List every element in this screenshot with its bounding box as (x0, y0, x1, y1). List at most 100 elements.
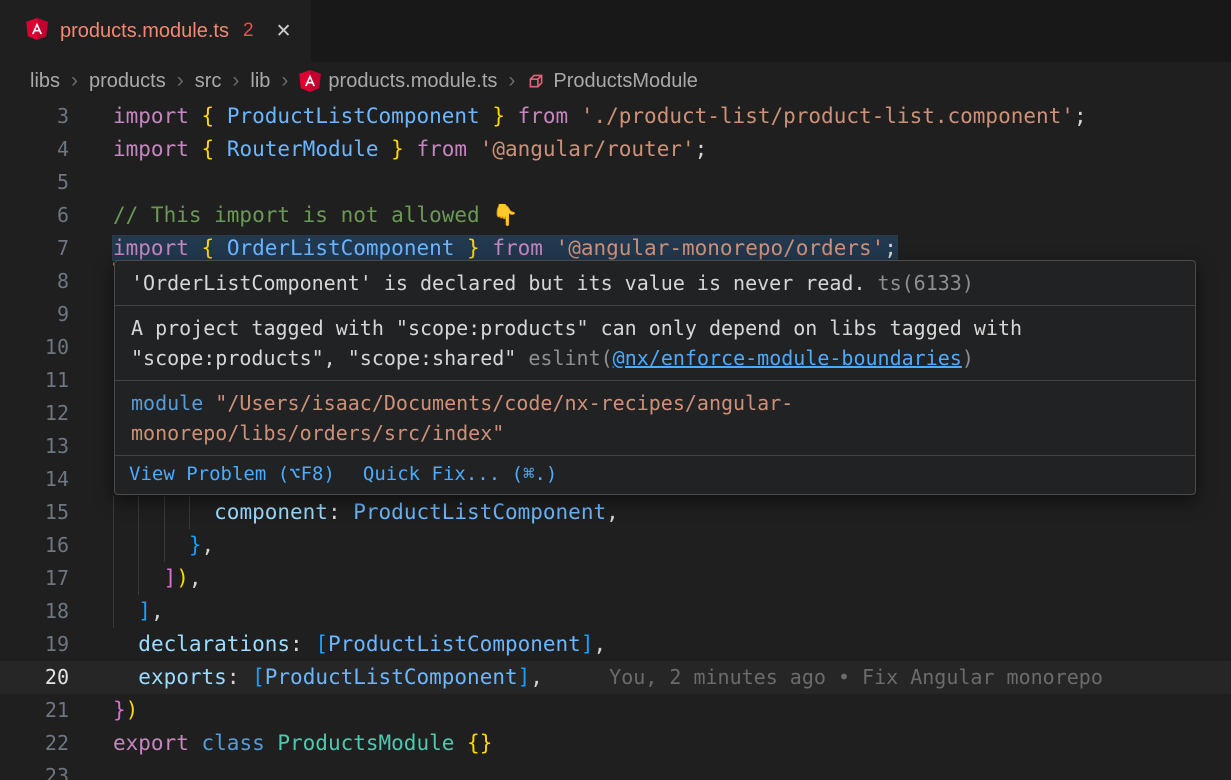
vscode-window: products.module.ts 2 ✕ libs › products › src… (0, 0, 1231, 780)
code-line-15[interactable]: 15 component: ProductListComponent, (0, 496, 1231, 529)
breadcrumb-label: products (89, 70, 166, 93)
code-text: // This import is not allowed 👇 (113, 199, 1231, 232)
code-line-3[interactable]: 3import { ProductListComponent } from '.… (0, 100, 1231, 133)
eslint-diagnostic: A project tagged with "scope:products" c… (115, 306, 1195, 381)
line-number: 15 (0, 496, 113, 529)
close-icon[interactable]: ✕ (276, 20, 292, 43)
line-number: 6 (0, 199, 113, 232)
indent-guide (113, 562, 114, 595)
line-number: 11 (0, 364, 113, 397)
code-line-17[interactable]: 17 ]), (0, 562, 1231, 595)
code-text: }, (113, 529, 1231, 562)
line-number: 10 (0, 331, 113, 364)
line-number: 23 (0, 760, 113, 780)
code-line-21[interactable]: 21}) (0, 694, 1231, 727)
code-text: import { ProductListComponent } from './… (113, 100, 1231, 133)
breadcrumb-separator-icon: › (230, 69, 241, 93)
line-number: 14 (0, 463, 113, 496)
indent-guide (164, 529, 165, 562)
line-number: 20 (0, 661, 113, 694)
line-number: 8 (0, 265, 113, 298)
line-number: 18 (0, 595, 113, 628)
angular-icon (299, 70, 321, 92)
line-number: 4 (0, 133, 113, 166)
line-number: 21 (0, 694, 113, 727)
module-path-line1: "/Users/isaac/Documents/code/nx-recipes/… (203, 391, 793, 415)
breadcrumb-item-lib[interactable]: lib (250, 70, 270, 93)
tab-filename: products.module.ts (60, 20, 229, 43)
angular-icon (26, 18, 48, 45)
line-number: 13 (0, 430, 113, 463)
indent-guide (189, 496, 190, 529)
line-number: 5 (0, 166, 113, 199)
code-line-22[interactable]: 22export class ProductsModule {} (0, 727, 1231, 760)
indent-guide (113, 529, 114, 562)
eslint-message-line1: A project tagged with "scope:products" c… (131, 316, 1022, 340)
indent-guide (113, 595, 114, 628)
code-text: export class ProductsModule {} (113, 727, 1231, 760)
breadcrumb-item-productsmodule[interactable]: ProductsModule (526, 70, 698, 93)
ts-diagnostic: 'OrderListComponent' is declared but its… (115, 261, 1195, 306)
breadcrumb-label: products.module.ts (328, 70, 497, 93)
breadcrumb-item-products[interactable]: products (89, 70, 166, 93)
git-blame-annotation: You, 2 minutes ago • Fix Angular monorep… (609, 665, 1103, 689)
breadcrumb-separator-icon: › (69, 69, 80, 93)
code-line-5[interactable]: 5 (0, 166, 1231, 199)
code-line-18[interactable]: 18 ], (0, 595, 1231, 628)
code-line-6[interactable]: 6// This import is not allowed 👇 (0, 199, 1231, 232)
code-text: exports: [ProductListComponent],You, 2 m… (113, 661, 1231, 694)
module-path-line2: monorepo/libs/orders/src/index" (131, 421, 504, 445)
view-problem-button[interactable]: View Problem (⌥F8) (129, 461, 335, 487)
breadcrumb-label: lib (250, 70, 270, 93)
code-text: import { RouterModule } from '@angular/r… (113, 133, 1231, 166)
code-line-19[interactable]: 19 declarations: [ProductListComponent], (0, 628, 1231, 661)
breadcrumb-item-src[interactable]: src (195, 70, 222, 93)
code-text: component: ProductListComponent, (113, 496, 1231, 529)
ts-diagnostic-code: ts(6133) (878, 271, 974, 295)
line-number: 16 (0, 529, 113, 562)
indent-guide (138, 562, 139, 595)
line-number: 7 (0, 232, 113, 265)
breadcrumb-separator-icon: › (506, 69, 517, 93)
hover-actions: View Problem (⌥F8) Quick Fix... (⌘.) (115, 456, 1195, 494)
line-number: 9 (0, 298, 113, 331)
code-text: ], (113, 595, 1231, 628)
code-text (113, 166, 1231, 199)
module-keyword: module (131, 391, 203, 415)
line-number: 3 (0, 100, 113, 133)
code-text: }) (113, 694, 1231, 727)
editor[interactable]: 3import { ProductListComponent } from '.… (0, 100, 1231, 780)
code-line-16[interactable]: 16 }, (0, 529, 1231, 562)
line-number: 12 (0, 397, 113, 430)
line-number: 19 (0, 628, 113, 661)
breadcrumb-item-libs[interactable]: libs (30, 70, 60, 93)
class-symbol-icon (526, 71, 546, 91)
code-text: declarations: [ProductListComponent], (113, 628, 1231, 661)
ts-diagnostic-message: 'OrderListComponent' is declared but its… (131, 271, 866, 295)
breadcrumb-label: ProductsModule (553, 70, 698, 93)
eslint-source-open: eslint( (528, 346, 612, 370)
code-line-20[interactable]: 20 exports: [ProductListComponent],You, … (0, 661, 1231, 694)
tab-products-module[interactable]: products.module.ts 2 ✕ (0, 0, 311, 62)
breadcrumb-label: libs (30, 70, 60, 93)
breadcrumb-separator-icon: › (279, 69, 290, 93)
line-number: 22 (0, 727, 113, 760)
indent-guide (138, 496, 139, 529)
code-line-23[interactable]: 23 (0, 760, 1231, 780)
error-squiggle-range: import { OrderListComponent } from '@ang… (113, 236, 897, 260)
tab-problems-badge: 2 (243, 20, 254, 42)
breadcrumb-item-products-module-ts[interactable]: products.module.ts (299, 70, 497, 93)
eslint-source-close: ) (962, 346, 974, 370)
line-number: 17 (0, 562, 113, 595)
hover-popup: 'OrderListComponent' is declared but its… (114, 260, 1196, 495)
breadcrumb-label: src (195, 70, 222, 93)
quick-fix-button[interactable]: Quick Fix... (⌘.) (363, 461, 557, 487)
indent-guide (164, 496, 165, 529)
breadcrumb: libs › products › src › lib › products.module.t… (0, 62, 1231, 100)
code-line-4[interactable]: 4import { RouterModule } from '@angular/… (0, 133, 1231, 166)
eslint-rule-link[interactable]: @nx/enforce-module-boundaries (613, 346, 962, 370)
breadcrumb-separator-icon: › (175, 69, 186, 93)
code-text: ]), (113, 562, 1231, 595)
module-info: module "/Users/isaac/Documents/code/nx-r… (115, 381, 1195, 456)
code-text (113, 760, 1231, 780)
